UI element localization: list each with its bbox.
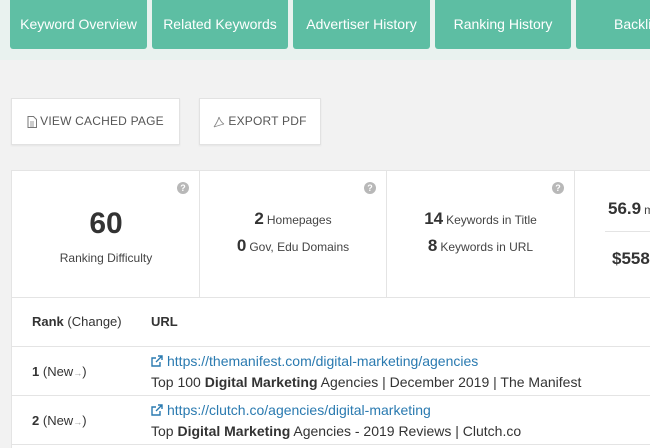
gov-edu-line: 0 Gov, Edu Domains [200, 236, 386, 256]
tab-keyword-overview[interactable]: Keyword Overview [10, 0, 147, 49]
keywords-url-label: Keywords in URL [440, 240, 534, 254]
keywords-url-line: 8 Keywords in URL [387, 236, 574, 256]
stat-volume: 56.9 m $558 [575, 171, 650, 298]
export-pdf-button[interactable]: EXPORT PDF [199, 98, 321, 145]
table-row: 2 (New→) https://clutch.co/agencies/digi… [12, 396, 650, 445]
rank-cell: 1 (New→) [32, 364, 87, 379]
ranking-difficulty-value: 60 [89, 207, 123, 240]
stat-keywords: ? 14 Keywords in Title 8 Keywords in URL [387, 171, 575, 298]
keywords-title-line: 14 Keywords in Title [387, 209, 574, 229]
tab-bar: Keyword Overview Related Keywords Advert… [0, 0, 650, 60]
external-link-icon [151, 354, 163, 370]
volume-value: 56.9 m [608, 199, 650, 218]
homepages-line: 2 Homepages [200, 209, 386, 229]
help-icon[interactable]: ? [364, 182, 376, 194]
export-pdf-label: EXPORT PDF [228, 114, 307, 128]
gov-edu-label: Gov, Edu Domains [249, 240, 350, 254]
ranking-difficulty-label: Ranking Difficulty [59, 251, 153, 265]
result-title: Top 100 Digital Marketing Agencies | Dec… [151, 374, 582, 390]
tab-advertiser-history[interactable]: Advertiser History [293, 0, 430, 49]
help-icon[interactable]: ? [177, 182, 189, 194]
cpc-value: $558 [612, 249, 650, 268]
help-icon[interactable]: ? [552, 182, 564, 194]
url-column-header[interactable]: URL [151, 314, 178, 329]
external-link-icon [151, 403, 163, 419]
tab-ranking-history[interactable]: Ranking History [435, 0, 571, 49]
stats-row: ? 60 Ranking Difficulty ? 2 Homepages 0 Go… [12, 171, 650, 298]
view-cached-page-label: VIEW CACHED PAGE [40, 114, 164, 128]
result-link[interactable]: https://clutch.co/agencies/digital-marke… [151, 402, 431, 419]
table-row: 1 (New→) https://themanifest.com/digital… [12, 347, 650, 396]
keywords-title-value: 14 [424, 209, 444, 228]
document-icon [27, 115, 38, 128]
homepages-value: 2 [254, 209, 264, 228]
gov-edu-value: 0 [236, 236, 247, 255]
tab-related-keywords[interactable]: Related Keywords [152, 0, 288, 49]
pdf-icon [213, 116, 225, 128]
result-title: Top Digital Marketing Agencies - 2019 Re… [151, 423, 522, 439]
table-header: Rank (Change) URL [12, 298, 650, 347]
rank-cell: 2 (New→) [32, 413, 87, 428]
keywords-title-label: Keywords in Title [446, 213, 537, 227]
homepages-label: Homepages [266, 213, 332, 227]
result-link[interactable]: https://themanifest.com/digital-marketin… [151, 353, 478, 370]
stat-divider [605, 231, 650, 232]
keywords-url-value: 8 [427, 236, 438, 255]
view-cached-page-button[interactable]: VIEW CACHED PAGE [11, 98, 180, 145]
tab-backlinks[interactable]: Backli [576, 0, 650, 49]
rank-column-header[interactable]: Rank (Change) [32, 314, 122, 329]
stat-ranking-difficulty: ? 60 Ranking Difficulty [12, 171, 200, 298]
stat-domains: ? 2 Homepages 0 Gov, Edu Domains [200, 171, 387, 298]
keyword-results-panel: ? 60 Ranking Difficulty ? 2 Homepages 0 Go… [11, 170, 650, 448]
